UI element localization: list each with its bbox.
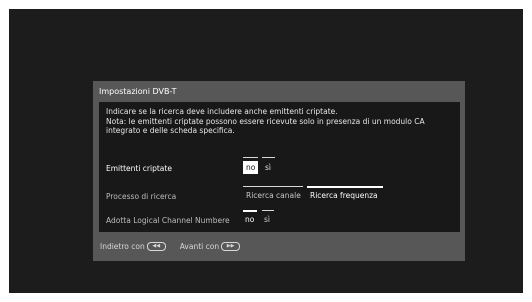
encrypted-channels-option-no[interactable]: no xyxy=(243,161,259,174)
search-process-label: Processo di ricerca xyxy=(106,192,177,201)
search-option-frequency[interactable]: Ricerca frequenza xyxy=(307,189,381,202)
option-underline-selected xyxy=(307,186,383,188)
tv-screen: Impostazioni DVB-T Indicare se la ricerc… xyxy=(9,9,523,293)
option-underline xyxy=(262,157,275,158)
lcn-option-si[interactable]: sì xyxy=(261,213,273,226)
option-underline-selected xyxy=(243,210,257,212)
lcn-label: Adotta Logical Channel Numbere xyxy=(106,216,230,225)
description-line: integrato e delle scheda specifica. xyxy=(106,126,235,135)
back-hint: Indietro con xyxy=(100,242,145,251)
encrypted-channels-option-si[interactable]: sì xyxy=(262,161,274,174)
encrypted-channels-label: Emittenti criptate xyxy=(106,164,172,173)
fast-forward-button-icon: ▶▶ xyxy=(221,242,241,251)
search-option-channel[interactable]: Ricerca canale xyxy=(243,189,304,202)
option-underline xyxy=(262,210,274,211)
description-line: Indicare se la ricerca deve includere an… xyxy=(106,107,338,116)
dvbt-settings-dialog: Impostazioni DVB-T Indicare se la ricerc… xyxy=(93,81,465,261)
lcn-option-no[interactable]: no xyxy=(242,213,257,226)
forward-hint: Avanti con xyxy=(179,242,220,251)
option-underline xyxy=(243,157,258,158)
rewind-button-icon: ◀◀ xyxy=(146,242,166,251)
dialog-title: Impostazioni DVB-T xyxy=(99,87,177,96)
option-underline xyxy=(243,186,303,187)
description-text: Indicare se la ricerca deve includere an… xyxy=(106,107,436,136)
dialog-footer: Indietro con ◀◀ Avanti con ▶▶ xyxy=(100,242,241,251)
dialog-content: Indicare se la ricerca deve includere an… xyxy=(99,102,460,232)
description-line: Nota: le emittenti criptate possono esse… xyxy=(106,116,425,126)
